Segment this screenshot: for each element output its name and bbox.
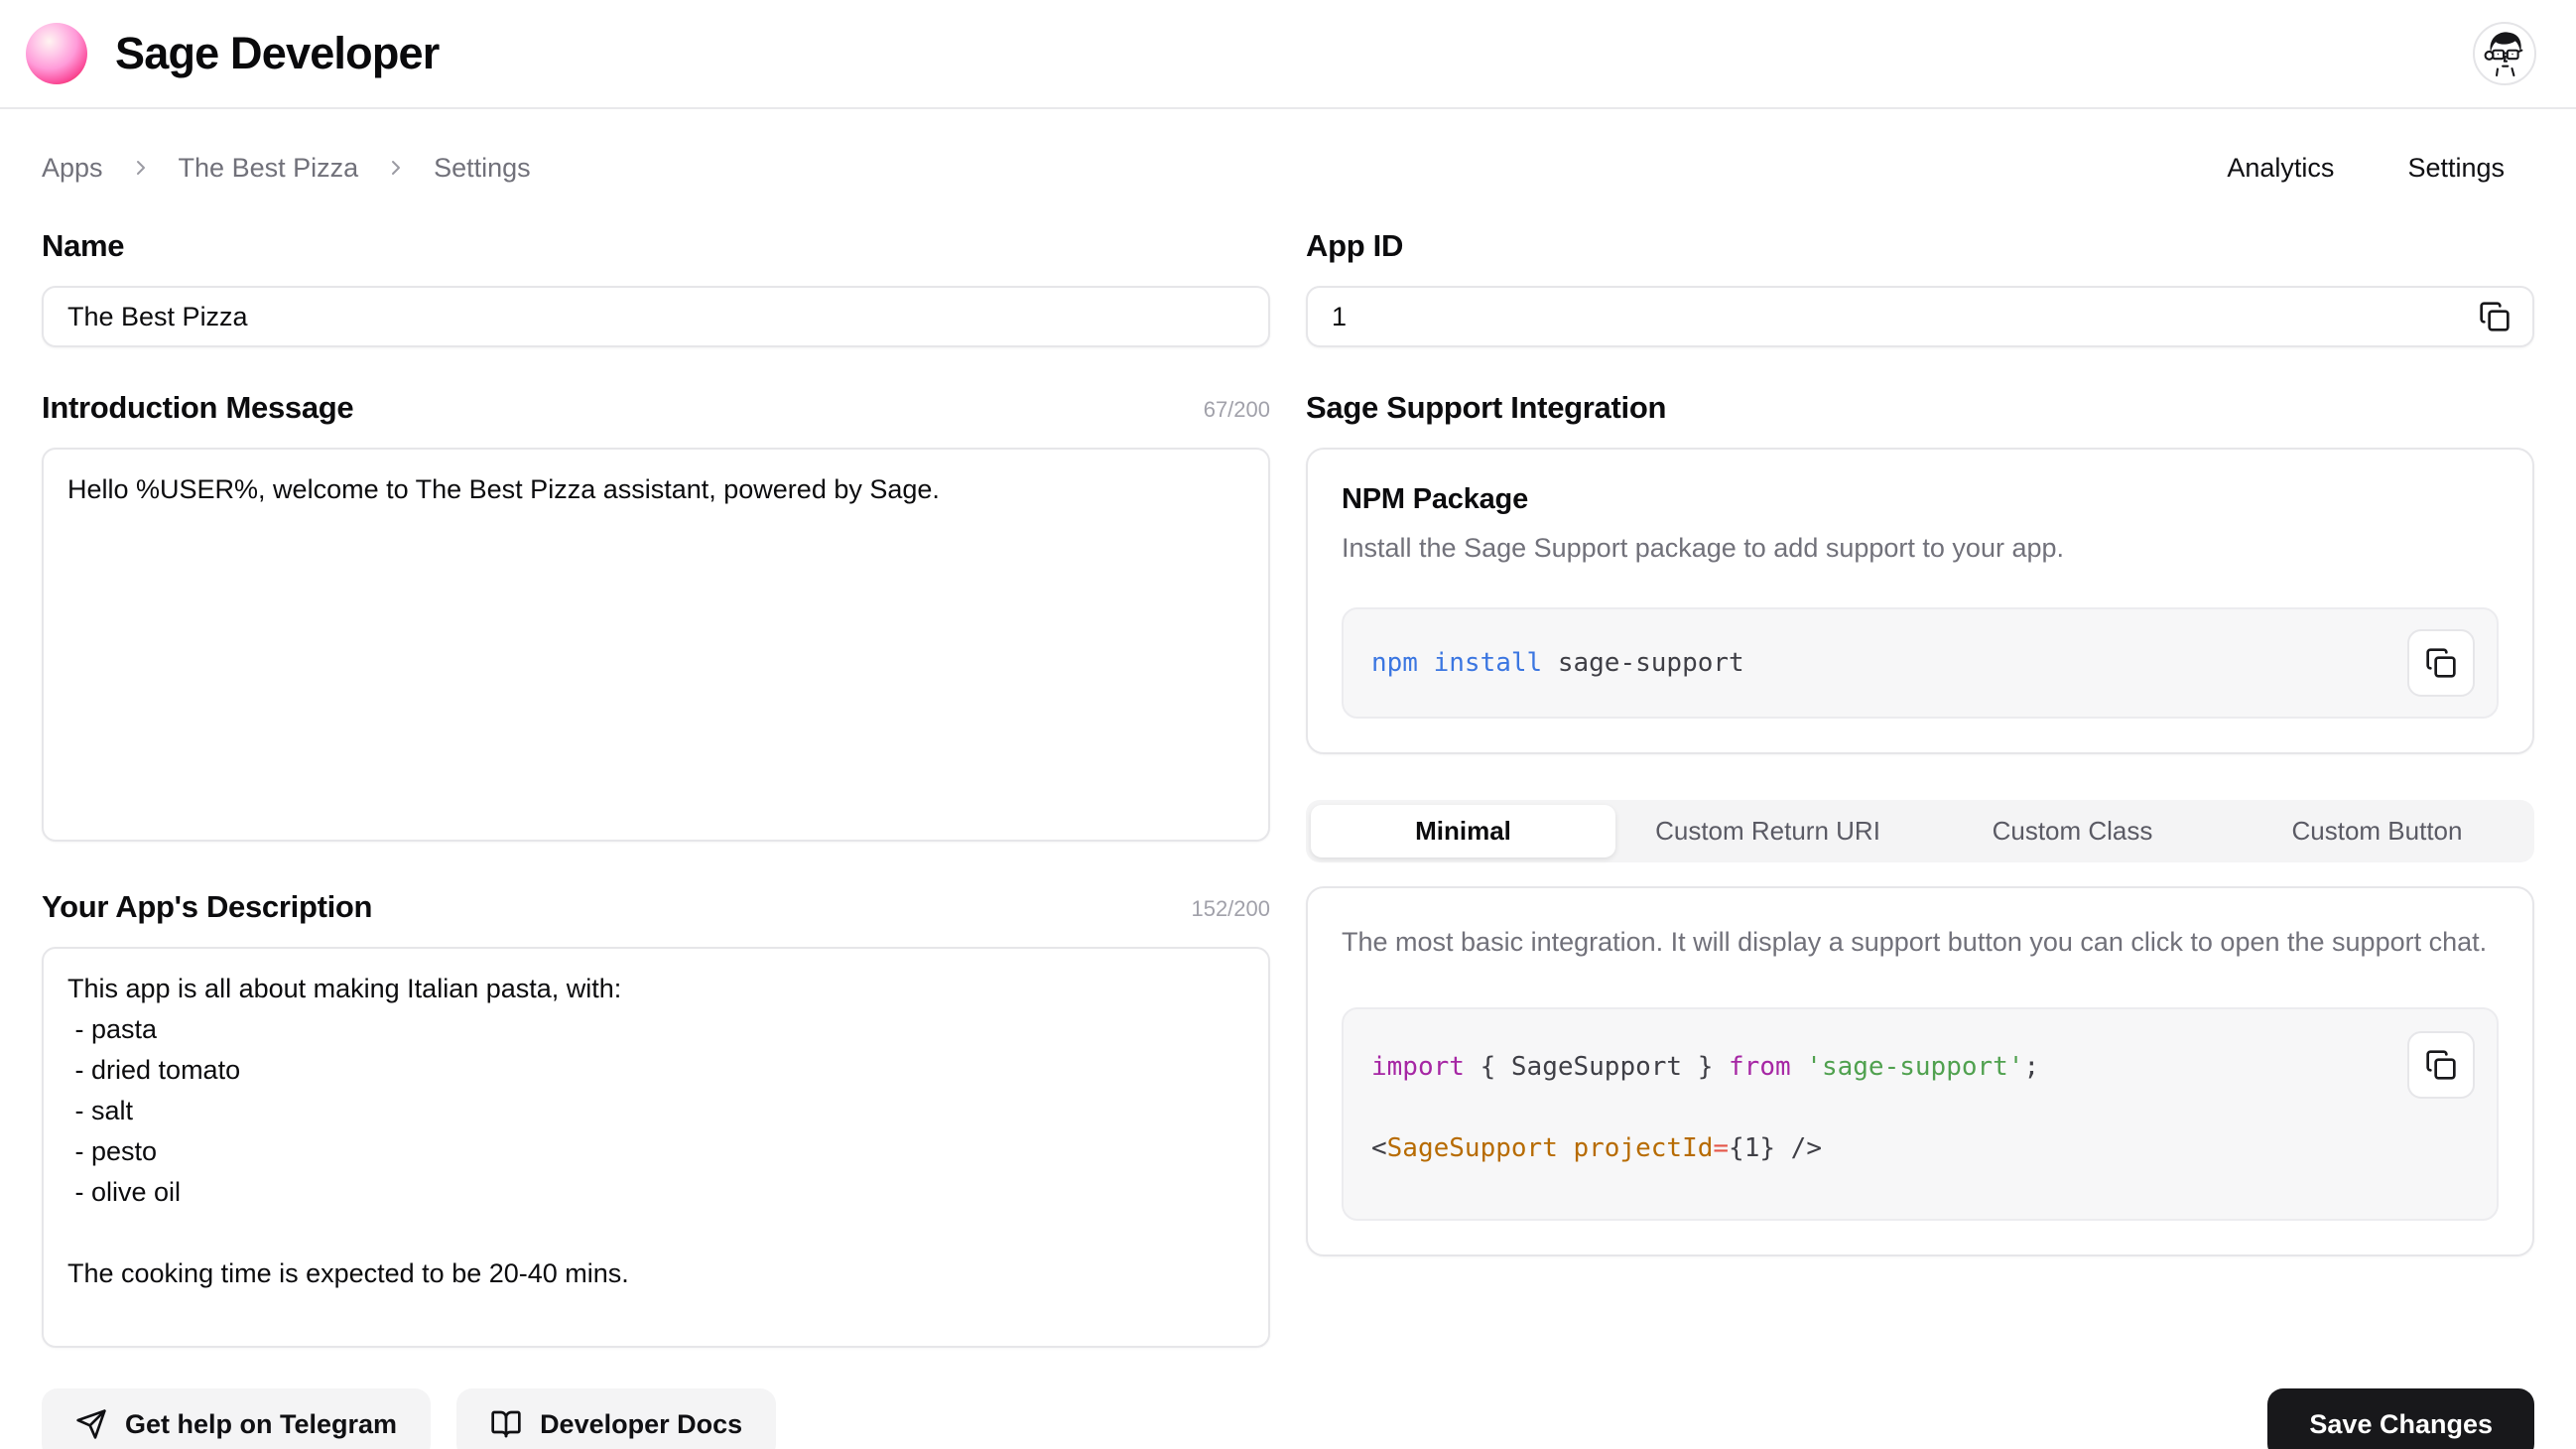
right-column: App ID Sage Support Integration	[1306, 228, 2534, 1353]
app-description-textarea[interactable]: This app is all about making Italian pas…	[42, 947, 1270, 1348]
app-title: Sage Developer	[115, 28, 439, 79]
intro-message-label: Introduction Message	[42, 390, 353, 426]
footer-actions: Get help on Telegram Developer Docs Save…	[42, 1388, 2534, 1449]
copy-icon	[2425, 1049, 2457, 1081]
tab-custom-return-uri[interactable]: Custom Return URI	[1615, 805, 1920, 857]
copy-icon	[2425, 647, 2457, 679]
tab-custom-class[interactable]: Custom Class	[1920, 805, 2225, 857]
breadcrumb: Apps The Best Pizza Settings	[42, 153, 531, 184]
integration-section-title: Sage Support Integration	[1306, 390, 1666, 426]
minimal-description: The most basic integration. It will disp…	[1342, 922, 2499, 962]
telegram-help-label: Get help on Telegram	[125, 1409, 397, 1440]
save-changes-button[interactable]: Save Changes	[2267, 1388, 2534, 1449]
name-input[interactable]	[42, 286, 1270, 347]
avatar-face-icon	[2475, 24, 2534, 83]
breadcrumb-apps[interactable]: Apps	[42, 153, 103, 184]
integration-tabs: Minimal Custom Return URI Custom Class C…	[1306, 800, 2534, 862]
npm-package-title: NPM Package	[1342, 483, 2499, 516]
chevron-right-icon	[129, 156, 153, 180]
tab-custom-button[interactable]: Custom Button	[2225, 805, 2529, 857]
copy-npm-command-button[interactable]	[2407, 629, 2475, 697]
intro-message-textarea[interactable]: Hello %USER%, welcome to The Best Pizza …	[42, 448, 1270, 842]
telegram-help-button[interactable]: Get help on Telegram	[42, 1388, 431, 1449]
app-header: Sage Developer	[0, 0, 2576, 109]
breadcrumb-app-name[interactable]: The Best Pizza	[179, 153, 359, 184]
app-description-label: Your App's Description	[42, 889, 372, 925]
page-nav: Analytics Settings	[2227, 153, 2534, 184]
npm-command: npm install sage-support	[1371, 643, 1744, 684]
code-line-blank	[1371, 1088, 2469, 1128]
breadcrumb-settings[interactable]: Settings	[434, 153, 531, 184]
book-open-icon	[490, 1408, 522, 1440]
user-avatar[interactable]	[2473, 22, 2536, 85]
npm-package-description: Install the Sage Support package to add …	[1342, 528, 2499, 568]
intro-char-counter: 67/200	[1204, 397, 1270, 426]
settings-page: Apps The Best Pizza Settings Analytics S…	[0, 145, 2576, 1449]
app-id-input[interactable]	[1306, 286, 2534, 347]
copy-app-id-button[interactable]	[2475, 297, 2514, 336]
app-id-label: App ID	[1306, 228, 1403, 264]
left-column: Name Introduction Message 67/200 Hello %…	[42, 228, 1270, 1353]
send-icon	[75, 1408, 107, 1440]
developer-docs-button[interactable]: Developer Docs	[456, 1388, 776, 1449]
minimal-code-block: import { SageSupport } from 'sage-suppor…	[1342, 1007, 2499, 1221]
npm-package-card: NPM Package Install the Sage Support pac…	[1306, 448, 2534, 754]
tab-minimal[interactable]: Minimal	[1311, 805, 1615, 857]
code-line-component: <SageSupport projectId={1} />	[1371, 1128, 2469, 1169]
npm-command-block: npm install sage-support	[1342, 607, 2499, 719]
chevron-right-icon	[384, 156, 408, 180]
sage-sphere-logo	[26, 23, 87, 84]
description-char-counter: 152/200	[1191, 896, 1270, 925]
copy-minimal-code-button[interactable]	[2407, 1031, 2475, 1099]
nav-analytics[interactable]: Analytics	[2227, 153, 2334, 184]
name-label: Name	[42, 228, 124, 264]
minimal-integration-card: The most basic integration. It will disp…	[1306, 886, 2534, 1256]
nav-settings[interactable]: Settings	[2407, 153, 2505, 184]
code-line-import: import { SageSupport } from 'sage-suppor…	[1371, 1047, 2469, 1088]
developer-docs-label: Developer Docs	[540, 1409, 742, 1440]
copy-icon	[2479, 301, 2511, 332]
